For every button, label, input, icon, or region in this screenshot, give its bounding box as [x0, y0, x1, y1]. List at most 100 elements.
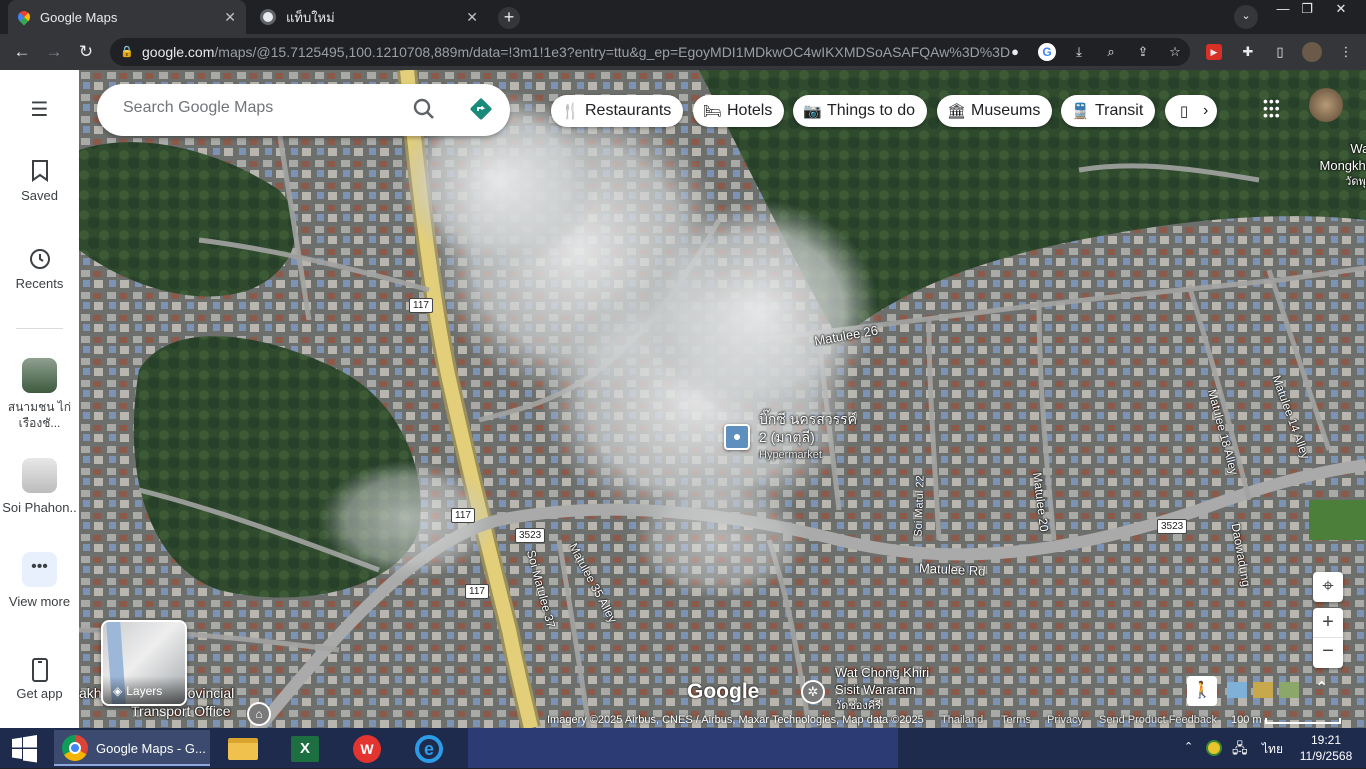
expand-up-icon[interactable]: ⌃	[1315, 678, 1328, 698]
recents-button[interactable]: Recents	[0, 248, 79, 291]
chip-restaurants[interactable]: 🍴 Restaurants	[551, 95, 684, 127]
browser-tab-strip: Google Maps ✕ แท็บใหม่ ✕ + ⌄ — ❐ ✕	[0, 0, 1366, 34]
government-building-pin-icon[interactable]: ⌂	[247, 702, 271, 726]
hamburger-menu-button[interactable]: ☰	[0, 98, 79, 126]
install-icon[interactable]: ⤓	[1070, 43, 1088, 61]
search-input[interactable]	[123, 99, 383, 117]
bed-icon: 🛏	[703, 103, 723, 120]
excel-icon[interactable]: X	[286, 732, 326, 764]
pegman-street-view-button[interactable]: 🚶	[1187, 676, 1217, 706]
tab-close-icon[interactable]: ✕	[224, 9, 236, 26]
profile-avatar-icon[interactable]	[1302, 42, 1322, 62]
chip-more-partial[interactable]: ▯ ›	[1165, 95, 1217, 127]
lock-icon[interactable]: 🔒	[118, 43, 136, 61]
close-window-button[interactable]: ✕	[1326, 0, 1356, 20]
zoom-in-button[interactable]: +	[1313, 608, 1343, 638]
recent-place-2[interactable]: Soi Phahon..	[0, 458, 79, 517]
share-icon[interactable]: ⇪	[1134, 43, 1152, 61]
tray-chevron-icon[interactable]: ⌃	[1184, 740, 1193, 753]
satellite-map[interactable]: 🍴 Restaurants 🛏 Hotels 📷 Things to do 🏛 …	[79, 70, 1366, 728]
terms-link[interactable]: Terms	[1001, 714, 1031, 726]
privacy-link[interactable]: Privacy	[1047, 714, 1083, 726]
museum-icon: 🏛	[947, 103, 967, 120]
attribution-bar: Imagery ©2025 Airbus, CNES / Airbus, Max…	[547, 712, 1366, 728]
restore-button[interactable]: ❐	[1292, 0, 1322, 20]
view-more-button[interactable]: ••• View more	[0, 552, 79, 611]
tab-google-maps[interactable]: Google Maps ✕	[8, 0, 246, 34]
google-logo: Google	[687, 680, 760, 703]
tab-search-chevron-icon[interactable]: ⌄	[1234, 5, 1258, 29]
forward-arrow-icon[interactable]: →	[42, 40, 66, 64]
chip-museums[interactable]: 🏛 Museums	[937, 95, 1053, 127]
saved-label: Saved	[21, 188, 58, 203]
reload-icon[interactable]: ↻	[74, 40, 98, 64]
file-explorer-icon[interactable]	[222, 732, 262, 764]
route-shield-3523: 3523	[1157, 519, 1188, 534]
place-label-wat-chong-khiri[interactable]: Wat Chong Khiri Sisit Wararam วัดช่องคีร…	[835, 664, 929, 715]
url-text[interactable]: google.com/maps/@15.7125495,100.1210708,…	[142, 44, 1010, 60]
clock[interactable]: 19:21 11/9/2568	[1296, 732, 1356, 764]
tab-title: แท็บใหม่	[286, 9, 335, 25]
tab-new-tab[interactable]: แท็บใหม่ ✕	[250, 0, 488, 34]
side-panel-icon[interactable]: ▯	[1270, 42, 1290, 62]
imagery-thumb[interactable]	[1227, 682, 1247, 698]
directions-icon[interactable]	[469, 97, 493, 126]
chip-things-to-do[interactable]: 📷 Things to do	[793, 95, 928, 127]
tray-app-icon[interactable]	[1206, 740, 1222, 756]
imagery-credit: Imagery ©2025 Airbus, CNES / Airbus, Max…	[547, 714, 924, 726]
my-location-icon: ⌖	[1322, 575, 1334, 597]
internet-explorer-icon[interactable]: e	[410, 732, 450, 764]
imagery-thumb[interactable]	[1279, 682, 1299, 698]
search-icon[interactable]	[413, 98, 435, 125]
search-box[interactable]	[97, 84, 510, 136]
recent-place-label: Soi Phahon..	[2, 500, 77, 515]
address-bar[interactable]: 🔒 google.com/maps/@15.7125495,100.121070…	[110, 38, 1190, 66]
feedback-link[interactable]: Send Product Feedback	[1099, 714, 1217, 726]
back-arrow-icon[interactable]: ←	[10, 40, 34, 64]
imagery-strip[interactable]: ⌃	[1219, 676, 1344, 706]
wps-office-icon[interactable]: W	[348, 732, 388, 764]
chips-next-chevron-icon[interactable]: ›	[1203, 102, 1208, 120]
chrome-favicon-icon	[260, 9, 276, 25]
recent-place-1[interactable]: สนามชน ไก่เรืองชั...	[0, 358, 79, 431]
extensions-puzzle-icon[interactable]: ✚	[1238, 42, 1258, 62]
phone-icon	[28, 658, 52, 682]
layers-caption: ◈ Layers	[103, 676, 185, 704]
google-apps-grid-icon[interactable]: ••• ••• •••	[1263, 94, 1285, 122]
place-pin-hypermarket[interactable]	[724, 424, 750, 450]
chip-transit[interactable]: 🚆 Transit	[1061, 95, 1156, 127]
country-link[interactable]: Thailand	[941, 714, 983, 726]
scale-bar	[1265, 718, 1341, 724]
new-tab-button[interactable]: +	[498, 7, 520, 29]
get-app-label: Get app	[16, 686, 63, 701]
my-location-button[interactable]: ⌖	[1313, 572, 1343, 602]
fork-knife-icon: 🍴	[561, 103, 580, 120]
tab-close-icon[interactable]: ✕	[466, 9, 478, 26]
zoom-icon[interactable]: ⌕	[1102, 43, 1120, 61]
star-bookmark-icon[interactable]: ☆	[1166, 43, 1184, 61]
chip-hotels[interactable]: 🛏 Hotels	[693, 95, 785, 127]
zoom-out-button[interactable]: −	[1313, 638, 1343, 668]
temple-pin-icon[interactable]: ✲	[801, 680, 825, 704]
place-label-big-c[interactable]: บิ๊กซี นครสวรรค์ 2 (มาตุลี) Hypermarket	[759, 410, 857, 464]
taskbar-chrome-window[interactable]: Google Maps - G...	[54, 730, 210, 766]
place-thumbnail-icon	[22, 458, 57, 493]
google-lens-icon[interactable]: G	[1038, 43, 1056, 61]
view-more-label: View more	[8, 594, 71, 609]
zoom-control: + −	[1313, 608, 1343, 668]
network-icon[interactable]: 🖧	[1232, 738, 1248, 762]
wat-label-top-right[interactable]: Wat Mongkho วัดพุท	[1313, 140, 1366, 191]
hamburger-icon: ☰	[30, 99, 49, 121]
account-avatar[interactable]	[1309, 88, 1343, 122]
location-pin-icon[interactable]: ●	[1006, 43, 1024, 61]
extension-red-icon[interactable]: ▶	[1206, 44, 1222, 60]
saved-button[interactable]: Saved	[0, 160, 79, 203]
layers-icon: ◈	[113, 684, 123, 698]
menu-kebab-icon[interactable]: ⋮	[1336, 42, 1356, 62]
layers-button[interactable]: ◈ Layers	[101, 620, 187, 706]
windows-start-icon[interactable]	[6, 732, 46, 764]
imagery-thumb[interactable]	[1253, 682, 1273, 698]
input-language[interactable]: ไทย	[1262, 740, 1283, 759]
get-app-button[interactable]: Get app	[0, 658, 79, 701]
chrome-logo-center	[69, 742, 81, 754]
